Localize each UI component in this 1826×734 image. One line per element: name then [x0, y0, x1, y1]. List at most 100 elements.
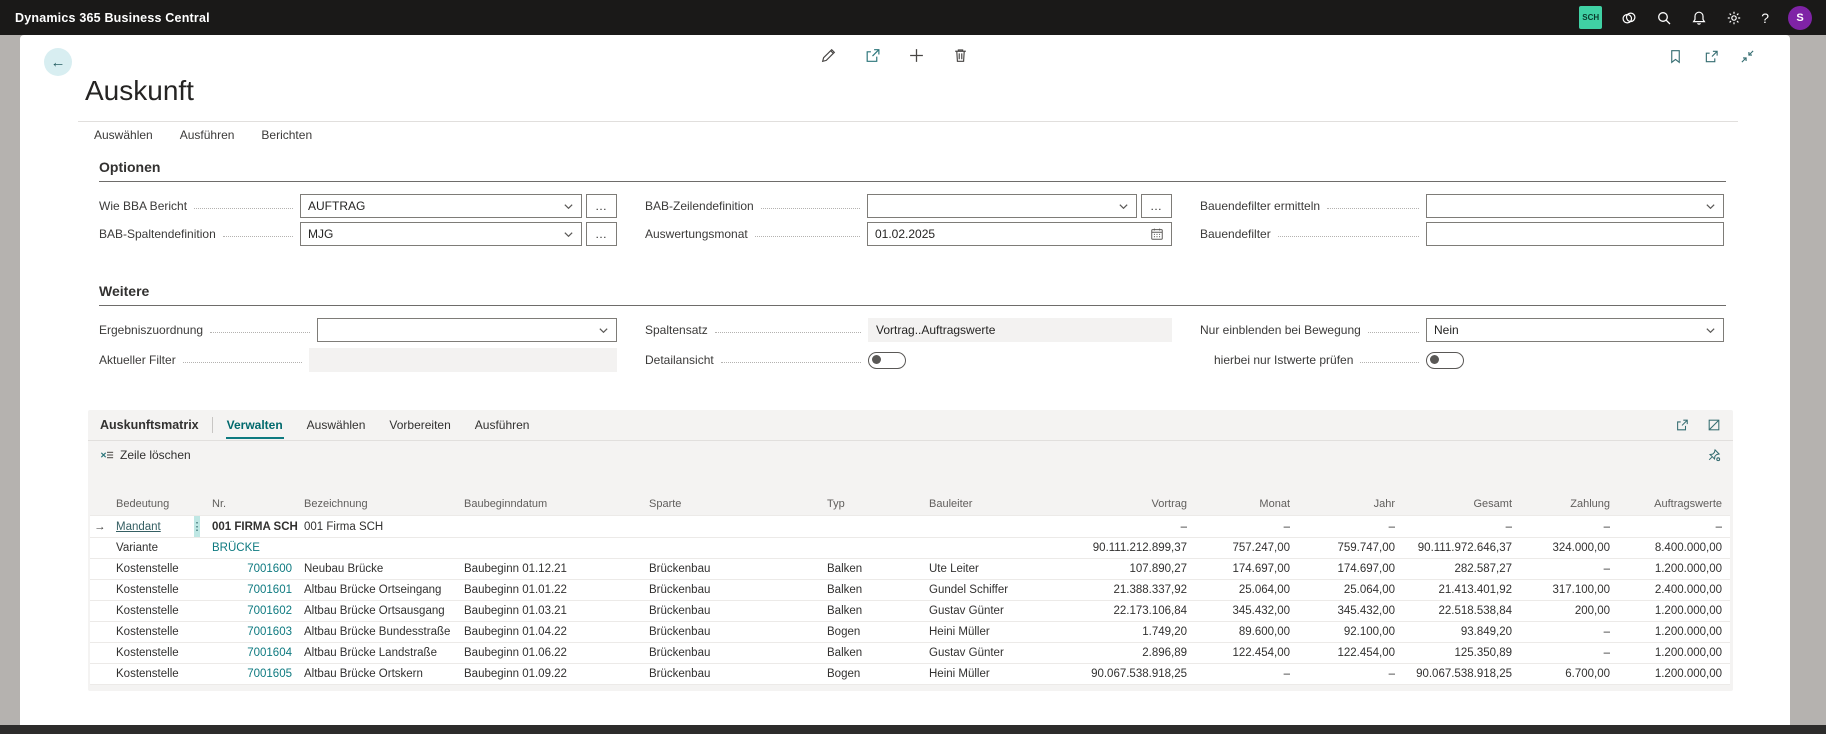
tab-verwalten[interactable]: Verwalten: [226, 412, 284, 439]
cell-vortrag: 107.890,27: [1073, 559, 1195, 580]
cell-gesamt: 125.350,89: [1403, 643, 1520, 664]
column-header-vortrag[interactable]: Vortrag: [1073, 495, 1195, 516]
column-header-empty[interactable]: [190, 495, 208, 516]
back-button[interactable]: ←: [44, 48, 72, 76]
menu-auswaehlen[interactable]: Auswählen: [94, 128, 153, 142]
table-row-kostenstelle[interactable]: Kostenstelle7001602Altbau Brücke Ortsaus…: [90, 601, 1730, 622]
bab-zeilendefinition-select[interactable]: [867, 194, 1137, 218]
cell-zahlung: 324.000,00: [1520, 538, 1618, 559]
cell-nr[interactable]: 7001601: [208, 580, 300, 601]
table-row-kostenstelle[interactable]: Kostenstelle7001601Altbau Brücke Ortsein…: [90, 580, 1730, 601]
row-selector-arrow: [90, 559, 112, 580]
column-header-bedeutung[interactable]: Bedeutung: [112, 495, 190, 516]
copilot-icon[interactable]: [1621, 10, 1637, 26]
nr-link[interactable]: 7001600: [247, 563, 292, 575]
table-row-kostenstelle[interactable]: Kostenstelle7001603Altbau Brücke Bundess…: [90, 622, 1730, 643]
collapse-icon[interactable]: [1740, 49, 1755, 64]
column-header-typ[interactable]: Typ: [823, 495, 925, 516]
tab-ausfuehren[interactable]: Ausführen: [474, 412, 531, 439]
column-header-monat[interactable]: Monat: [1195, 495, 1298, 516]
cell-nr[interactable]: 7001602: [208, 601, 300, 622]
cell-bauleiter: [925, 538, 1073, 559]
table-row-kostenstelle[interactable]: Kostenstelle7001605Altbau Brücke Ortsker…: [90, 664, 1730, 685]
row-context-menu-icon[interactable]: ⋮: [194, 516, 200, 537]
table-row-mandant[interactable]: →Mandant⋮001 FIRMA SCH001 Firma SCH–––––…: [90, 516, 1730, 538]
pin-icon[interactable]: [1707, 448, 1721, 462]
bookmark-icon[interactable]: [1668, 49, 1683, 64]
bauendefilter-ermitteln-select[interactable]: [1426, 194, 1724, 218]
nr-link[interactable]: 7001603: [247, 626, 292, 638]
column-header-empty[interactable]: [90, 495, 112, 516]
new-plus-icon[interactable]: [908, 47, 925, 64]
notifications-icon[interactable]: [1691, 10, 1707, 26]
cell-auftragswerte: 1.200.000,00: [1618, 643, 1730, 664]
column-header-jahr[interactable]: Jahr: [1298, 495, 1403, 516]
nr-link[interactable]: 7001604: [247, 647, 292, 659]
table-row-kostenstelle[interactable]: Kostenstelle7001600Neubau BrückeBaubegin…: [90, 559, 1730, 580]
column-header-auftragswerte[interactable]: Auftragswerte: [1618, 495, 1730, 516]
cell-nr[interactable]: 7001605: [208, 664, 300, 685]
dotted-leader: [210, 332, 310, 333]
istwerte-pruefen-toggle[interactable]: [1426, 352, 1464, 369]
tab-vorbereiten[interactable]: Vorbereiten: [388, 412, 451, 439]
open-in-new-window-icon[interactable]: [1704, 49, 1719, 64]
field-auswertungsmonat: Auswertungsmonat 01.02.2025: [645, 221, 1172, 247]
field-bab-spaltendefinition: BAB-Spaltendefinition MJG …: [99, 221, 617, 247]
share-part-icon[interactable]: [1675, 418, 1689, 432]
menu-divider: [78, 121, 1738, 122]
table-row-variante[interactable]: VarianteBRÜCKE90.111.212.899,37757.247,0…: [90, 538, 1730, 559]
field-nur-einblenden-bei-bewegung: Nur einblenden bei Bewegung Nein: [1200, 317, 1724, 343]
cell-nr[interactable]: 7001604: [208, 643, 300, 664]
bauendefilter-input[interactable]: [1426, 222, 1724, 246]
calendar-icon[interactable]: [1150, 227, 1164, 241]
delete-line-button[interactable]: Zeile löschen: [100, 448, 191, 462]
nr-link[interactable]: BRÜCKE: [212, 542, 260, 554]
cell-row-menu[interactable]: ⋮: [190, 516, 208, 538]
cell-auftragswerte: 2.400.000,00: [1618, 580, 1730, 601]
column-header-nr[interactable]: Nr.: [208, 495, 300, 516]
wie-bba-bericht-select[interactable]: AUFTRAG: [300, 194, 582, 218]
delete-trash-icon[interactable]: [952, 47, 969, 64]
environment-badge[interactable]: SCH: [1579, 6, 1602, 29]
menu-berichten[interactable]: Berichten: [261, 128, 312, 142]
edit-pencil-icon[interactable]: [820, 47, 837, 64]
bab-zeilendefinition-lookup-button[interactable]: …: [1141, 194, 1172, 218]
nr-link[interactable]: 7001601: [247, 584, 292, 596]
settings-gear-icon[interactable]: [1726, 10, 1742, 26]
help-icon[interactable]: ?: [1761, 10, 1769, 26]
cell-nr[interactable]: 7001600: [208, 559, 300, 580]
mandant-link[interactable]: Mandant: [116, 521, 161, 533]
user-avatar[interactable]: S: [1788, 6, 1812, 30]
detailansicht-toggle[interactable]: [868, 352, 906, 369]
wie-bba-bericht-lookup-button[interactable]: …: [586, 194, 617, 218]
table-row-kostenstelle[interactable]: Kostenstelle7001604Altbau Brücke Landstr…: [90, 643, 1730, 664]
cell-bedeutung[interactable]: Mandant: [112, 516, 190, 538]
column-header-zahlung[interactable]: Zahlung: [1520, 495, 1618, 516]
column-header-baubeginndatum[interactable]: Baubeginndatum: [460, 495, 645, 516]
column-header-bauleiter[interactable]: Bauleiter: [925, 495, 1073, 516]
field-aktueller-filter: Aktueller Filter: [99, 347, 617, 373]
column-header-gesamt[interactable]: Gesamt: [1403, 495, 1520, 516]
column-header-sparte[interactable]: Sparte: [645, 495, 823, 516]
nr-link[interactable]: 7001605: [247, 668, 292, 680]
column-header-bezeichnung[interactable]: Bezeichnung: [300, 495, 460, 516]
bab-spaltendefinition-lookup-button[interactable]: …: [586, 222, 617, 246]
cell-nr[interactable]: 7001603: [208, 622, 300, 643]
cell-gesamt: 21.413.401,92: [1403, 580, 1520, 601]
tab-auswaehlen[interactable]: Auswählen: [306, 412, 367, 439]
ergebniszuordnung-select[interactable]: [317, 318, 617, 342]
auswertungsmonat-date-input[interactable]: 01.02.2025: [867, 222, 1172, 246]
nur-einblenden-select[interactable]: Nein: [1426, 318, 1724, 342]
search-icon[interactable]: [1656, 10, 1672, 26]
cell-baubeginndatum: Baubeginn 01.09.22: [460, 664, 645, 685]
share-icon[interactable]: [864, 47, 881, 64]
cell-nr[interactable]: BRÜCKE: [208, 538, 300, 559]
chevron-down-icon: [563, 201, 574, 212]
field-label: BAB-Spaltendefinition: [99, 227, 216, 241]
field-spaltensatz: Spaltensatz Vortrag..Auftragswerte: [645, 317, 1172, 343]
bab-spaltendefinition-select[interactable]: MJG: [300, 222, 582, 246]
nr-link[interactable]: 7001602: [247, 605, 292, 617]
cell-zahlung: –: [1520, 622, 1618, 643]
expand-part-icon[interactable]: [1707, 418, 1721, 432]
menu-ausfuehren[interactable]: Ausführen: [180, 128, 235, 142]
